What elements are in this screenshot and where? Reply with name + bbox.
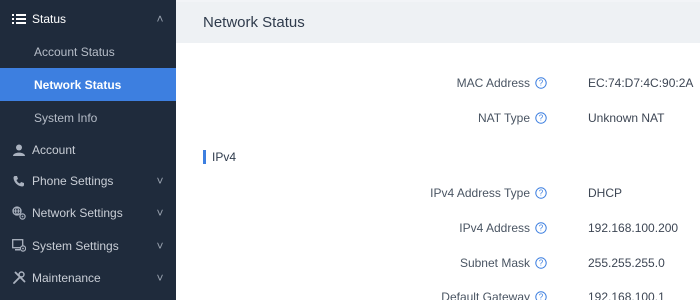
field-label: Subnet Mask ? bbox=[460, 256, 547, 270]
page-header: Network Status bbox=[176, 2, 700, 43]
field-ipv4-address: IPv4 Address ? 192.168.100.200 bbox=[176, 218, 700, 238]
sidebar-item-account-status[interactable]: Account Status bbox=[0, 35, 176, 68]
field-label: IPv4 Address Type ? bbox=[430, 186, 547, 200]
sidebar-item-network-status[interactable]: Network Status bbox=[0, 68, 176, 101]
svg-text:?: ? bbox=[539, 293, 544, 300]
field-value: 192.168.100.1 bbox=[588, 290, 665, 300]
sidebar-item-label: Network Settings bbox=[32, 205, 123, 220]
field-label: MAC Address ? bbox=[457, 76, 547, 90]
help-icon[interactable]: ? bbox=[535, 77, 547, 89]
user-icon bbox=[10, 143, 28, 157]
field-value: EC:74:D7:4C:90:2A bbox=[588, 76, 694, 90]
sidebar-section-label: Status bbox=[32, 11, 67, 26]
network-settings-icon bbox=[10, 205, 28, 220]
sidebar-item-label: System Settings bbox=[32, 238, 119, 253]
field-label: IPv4 Address ? bbox=[459, 221, 547, 235]
main-content: Network Status MAC Address ? EC:74:D7:4C… bbox=[176, 0, 700, 300]
sidebar-item-label: Maintenance bbox=[32, 270, 101, 285]
sidebar-item-network-settings[interactable]: Network Settings ˅ bbox=[0, 196, 176, 229]
field-mac-address: MAC Address ? EC:74:D7:4C:90:2A bbox=[176, 73, 700, 93]
chevron-down-icon: ˅ bbox=[156, 205, 164, 220]
section-label: IPv4 bbox=[212, 150, 237, 164]
sidebar-item-system-settings[interactable]: System Settings ˅ bbox=[0, 229, 176, 262]
status-panel: MAC Address ? EC:74:D7:4C:90:2A NAT Type… bbox=[176, 43, 700, 300]
svg-text:?: ? bbox=[539, 259, 544, 268]
svg-text:?: ? bbox=[539, 189, 544, 198]
field-default-gateway: Default Gateway ? 192.168.100.1 bbox=[176, 287, 700, 300]
sidebar-item-phone-settings[interactable]: Phone Settings ˅ bbox=[0, 164, 176, 197]
chevron-down-icon: ˅ bbox=[156, 173, 164, 188]
sidebar: Status ˄ Account Status Network Status S… bbox=[0, 0, 176, 300]
section-ipv4: IPv4 bbox=[203, 150, 236, 164]
sidebar-item-label: Phone Settings bbox=[32, 173, 114, 188]
section-accent-bar bbox=[203, 150, 206, 164]
chevron-down-icon: ˅ bbox=[156, 238, 164, 253]
sidebar-item-label: Account bbox=[32, 142, 76, 157]
field-label: NAT Type ? bbox=[478, 111, 547, 125]
field-value: 255.255.255.0 bbox=[588, 256, 665, 270]
field-label: Default Gateway ? bbox=[441, 290, 547, 300]
svg-text:?: ? bbox=[539, 224, 544, 233]
sidebar-item-maintenance[interactable]: Maintenance ˅ bbox=[0, 261, 176, 294]
list-icon bbox=[10, 12, 28, 26]
field-nat-type: NAT Type ? Unknown NAT bbox=[176, 108, 700, 128]
chevron-down-icon: ˅ bbox=[156, 270, 164, 285]
help-icon[interactable]: ? bbox=[535, 112, 547, 124]
field-ipv4-address-type: IPv4 Address Type ? DHCP bbox=[176, 183, 700, 203]
wrench-icon bbox=[10, 271, 28, 285]
system-settings-icon bbox=[10, 239, 28, 253]
help-icon[interactable]: ? bbox=[535, 187, 547, 199]
sidebar-item-label: System Info bbox=[34, 110, 98, 125]
phone-icon bbox=[10, 174, 28, 188]
field-value: Unknown NAT bbox=[588, 111, 665, 125]
svg-text:?: ? bbox=[539, 114, 544, 123]
sidebar-item-account[interactable]: Account bbox=[0, 133, 176, 166]
field-value: DHCP bbox=[588, 186, 623, 200]
sidebar-section-status[interactable]: Status ˄ bbox=[0, 2, 176, 35]
help-icon[interactable]: ? bbox=[535, 222, 547, 234]
field-value: 192.168.100.200 bbox=[588, 221, 679, 235]
chevron-up-icon: ˄ bbox=[156, 11, 164, 26]
page-title: Network Status bbox=[203, 14, 305, 31]
field-subnet-mask: Subnet Mask ? 255.255.255.0 bbox=[176, 253, 700, 273]
help-icon[interactable]: ? bbox=[535, 257, 547, 269]
sidebar-item-system-info[interactable]: System Info bbox=[0, 101, 176, 134]
svg-text:?: ? bbox=[539, 79, 544, 88]
sidebar-item-label: Account Status bbox=[34, 44, 115, 59]
help-icon[interactable]: ? bbox=[535, 291, 547, 300]
sidebar-item-label: Network Status bbox=[34, 77, 122, 92]
